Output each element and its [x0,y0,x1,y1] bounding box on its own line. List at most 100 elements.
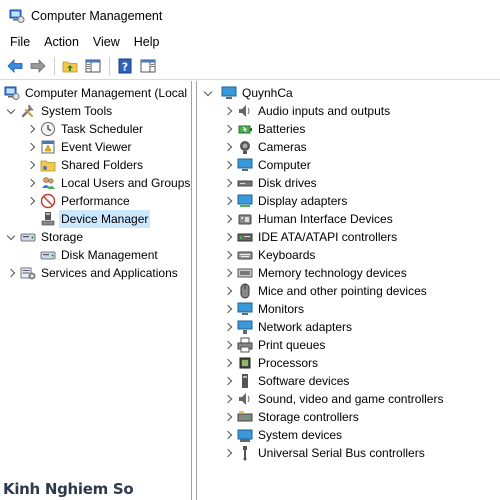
expand-chevron-icon[interactable] [223,246,233,264]
tree-item-local-users-and-groups[interactable]: Local Users and Groups [26,174,191,192]
show-action-pane-button[interactable] [137,55,159,77]
device-category[interactable]: Computer [223,156,313,174]
device-category-label: Disk drives [258,176,317,190]
expand-chevron-icon[interactable] [26,138,36,156]
device-list-pane[interactable]: QuynhCa Audio inputs and outputs Batteri… [196,81,500,500]
device-category[interactable]: Human Interface Devices [223,210,395,228]
menu-view[interactable]: View [86,35,127,49]
help-button[interactable]: ? [114,55,136,77]
expand-chevron-icon[interactable] [223,192,233,210]
tree-item-label: Device Manager [59,210,151,228]
device-category-label: Monitors [258,302,305,316]
menu-action[interactable]: Action [37,35,86,49]
device-category[interactable]: Memory technology devices [223,264,409,282]
tree-item-root[interactable]: Computer Management (Local [4,84,189,102]
collapse-chevron-icon[interactable] [6,228,16,246]
device-category[interactable]: System devices [223,426,344,444]
expand-chevron-icon[interactable] [223,318,233,336]
back-button[interactable] [4,55,26,77]
expand-chevron-icon[interactable] [223,354,233,372]
expand-chevron-icon[interactable] [223,102,233,120]
tree-item-label: Computer Management (Local [25,86,188,100]
expand-chevron-icon[interactable] [223,120,233,138]
device-category[interactable]: Sound, video and game controllers [223,390,445,408]
show-hide-console-tree-icon [85,59,101,73]
expand-chevron-icon[interactable] [6,264,16,282]
expand-chevron-icon[interactable] [26,174,36,192]
device-category[interactable]: Keyboards [223,246,317,264]
expand-chevron-icon[interactable] [223,282,233,300]
toolbar-separator [109,57,110,75]
show-action-pane-icon [140,59,156,73]
device-category[interactable]: Batteries [223,120,307,138]
expand-chevron-icon[interactable] [223,174,233,192]
expand-chevron-icon[interactable] [223,390,233,408]
device-category[interactable]: Print queues [223,336,327,354]
tree-item-disk-management[interactable]: Disk Management [40,246,160,264]
device-category-label: Audio inputs and outputs [258,104,391,118]
tree-item-device-manager[interactable]: Device Manager [40,210,151,228]
device-category[interactable]: Software devices [223,372,351,390]
device-category[interactable]: Disk drives [223,174,319,192]
expand-chevron-icon[interactable] [223,444,233,462]
expand-chevron-icon[interactable] [223,372,233,390]
tree-item-storage[interactable]: Storage [6,228,85,246]
expand-chevron-icon[interactable] [223,408,233,426]
device-category[interactable]: Monitors [223,300,306,318]
tree-item-label: Shared Folders [61,158,144,172]
tree-item-task-scheduler[interactable]: Task Scheduler [26,120,145,138]
usb-icon [237,445,253,461]
device-root[interactable]: QuynhCa [203,84,295,102]
device-category-label: Cameras [258,140,307,154]
collapse-chevron-icon[interactable] [203,84,213,102]
watermark: Kinh Nghiem So [3,480,134,498]
collapse-chevron-icon[interactable] [6,102,16,120]
storage-controller-icon [237,409,253,425]
expand-chevron-icon[interactable] [26,192,36,210]
up-one-level-button[interactable] [59,55,81,77]
display-adapter-icon [237,193,253,209]
expand-chevron-icon[interactable] [223,336,233,354]
expand-chevron-icon[interactable] [223,264,233,282]
forward-arrow-icon [30,59,46,73]
expand-chevron-icon[interactable] [223,156,233,174]
expand-chevron-icon[interactable] [223,426,233,444]
device-category[interactable]: Mice and other pointing devices [223,282,429,300]
tools-icon [20,103,36,119]
forward-button[interactable] [27,55,49,77]
tree-item-system-tools[interactable]: System Tools [6,102,114,120]
tree-item-event-viewer[interactable]: Event Viewer [26,138,133,156]
device-category[interactable]: Universal Serial Bus controllers [223,444,427,462]
tree-item-performance[interactable]: Performance [26,192,132,210]
expand-chevron-icon[interactable] [223,138,233,156]
expand-chevron-icon[interactable] [223,210,233,228]
tree-item-label: Storage [41,230,84,244]
show-hide-console-tree-button[interactable] [82,55,104,77]
tree-item-services-and-applications[interactable]: Services and Applications [6,264,180,282]
tree-item-shared-folders[interactable]: Shared Folders [26,156,145,174]
processor-icon [237,355,253,371]
up-folder-icon [62,61,78,73]
computer-management-icon [4,85,20,101]
device-category[interactable]: Processors [223,354,320,372]
console-tree-pane[interactable]: Computer Management (Local System Tools … [0,81,192,500]
expand-chevron-icon[interactable] [223,228,233,246]
expand-chevron-icon[interactable] [223,300,233,318]
device-category[interactable]: IDE ATA/ATAPI controllers [223,228,399,246]
device-category[interactable]: Network adapters [223,318,354,336]
device-category[interactable]: Storage controllers [223,408,361,426]
device-category[interactable]: Cameras [223,138,309,156]
device-category[interactable]: Display adapters [223,192,349,210]
device-category-label: Universal Serial Bus controllers [258,446,425,460]
device-category[interactable]: Audio inputs and outputs [223,102,392,120]
device-category-label: System devices [258,428,343,442]
computer-icon [221,85,237,101]
menu-help[interactable]: Help [127,35,167,49]
expand-chevron-icon[interactable] [26,156,36,174]
shared-folder-icon [40,157,56,173]
menu-file[interactable]: File [0,35,37,49]
services-icon [20,265,36,281]
window-title: Computer Management [31,8,163,23]
computer-name: QuynhCa [242,86,293,100]
expand-chevron-icon[interactable] [26,120,36,138]
